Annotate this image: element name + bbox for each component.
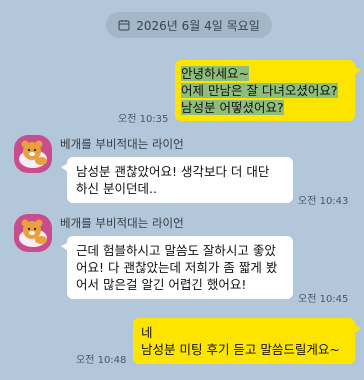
message-line: 어제 만남은 잘 다녀오셨어요? (181, 83, 338, 98)
message-line: 어서 많은걸 알긴 어렵긴 했어요! (76, 277, 247, 292)
lion-avatar[interactable] (14, 214, 52, 252)
lion-character-icon (19, 219, 47, 247)
my-message-bubble[interactable]: 안녕하세요~ 어제 만남은 잘 다녀오셨어요? 남성분 어떻셨어요? (175, 60, 361, 121)
message-time: 오전 10:48 (76, 355, 127, 366)
lion-character-icon (19, 140, 47, 168)
date-divider: 2026년 6월 4일 목요일 (106, 12, 272, 38)
date-label: 2026년 6월 4일 목요일 (136, 18, 260, 33)
message-time: 오전 10:35 (118, 114, 169, 125)
other-message-bubble[interactable]: 남성분 괜찮았어요! 생각보다 더 대단 하신 분이던데.. (61, 157, 293, 203)
message-line: 안녕하세요~ (181, 66, 249, 81)
message-time: 오전 10:43 (298, 196, 349, 207)
sender-name: 베개를 부비적대는 라이언 (60, 137, 184, 151)
message-line: 어요! 다 괜찮았는데 저희가 좀 짧게 봤 (76, 260, 278, 275)
calendar-icon (118, 19, 130, 31)
my-message-bubble[interactable]: 네 남성분 미팅 후기 듣고 말씀드릴게요~ (133, 318, 361, 364)
message-line: 네 (141, 325, 153, 340)
message-line: 근데 험블하시고 말씀도 잘하시고 좋았 (76, 243, 276, 258)
message-line: 하신 분이던데.. (76, 181, 157, 196)
other-message-bubble[interactable]: 근데 험블하시고 말씀도 잘하시고 좋았 어요! 다 괜찮았는데 저희가 좀 짧… (61, 236, 293, 299)
message-time: 오전 10:45 (298, 294, 349, 305)
lion-avatar[interactable] (14, 135, 52, 173)
message-line: 남성분 어떻셨어요? (181, 100, 284, 115)
sender-name: 베개를 부비적대는 라이언 (60, 216, 184, 230)
message-line: 남성분 괜찮았어요! 생각보다 더 대단 (76, 164, 270, 179)
message-line: 남성분 미팅 후기 듣고 말씀드릴게요~ (141, 342, 340, 357)
